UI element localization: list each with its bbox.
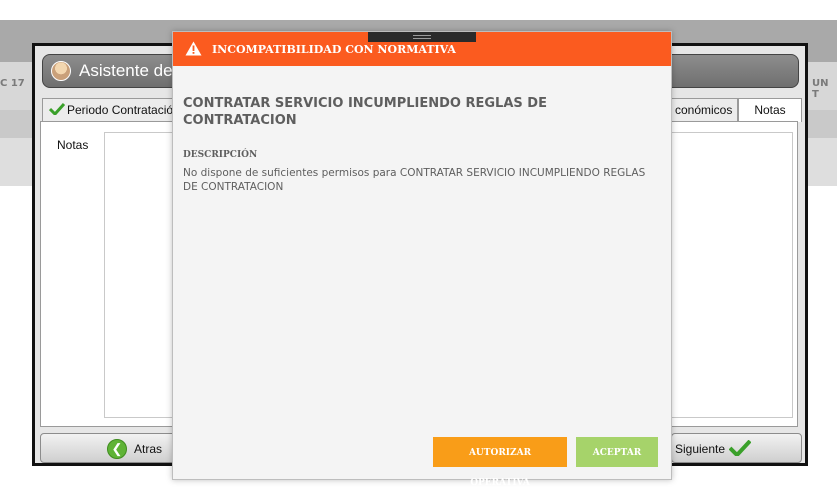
description-text: No dispone de suficientes permisos para …	[183, 167, 646, 193]
tab-label: Periodo Contratación	[67, 103, 177, 117]
dialog-message: CONTRATAR SERVICIO INCUMPLIENDO REGLAS D…	[183, 96, 547, 128]
normativa-dialog: INCOMPATIBILIDAD CON NORMATIVA CONTRATAR…	[172, 31, 672, 488]
authorize-button[interactable]: AUTORIZAR OPERATIVA	[433, 437, 567, 488]
description-label: DESCRIPCIÓN	[183, 150, 258, 160]
accept-button[interactable]: ACEPTAR	[576, 437, 658, 467]
warning-icon	[185, 41, 202, 56]
dialog-header: INCOMPATIBILIDAD CON NORMATIVA	[173, 32, 671, 66]
checkmark-icon	[49, 103, 65, 115]
back-button[interactable]: ❮ Atras	[40, 433, 180, 463]
arrow-left-icon: ❮	[107, 439, 127, 459]
notes-label: Notas	[57, 138, 89, 152]
background-left-label: C 17	[0, 78, 25, 89]
tab-notas[interactable]: Notas	[738, 98, 802, 122]
tab-periodo-contratacion[interactable]: Periodo Contratación	[42, 98, 177, 122]
checkmark-icon	[729, 440, 751, 456]
drag-handle[interactable]	[368, 32, 476, 42]
dialog-title: INCOMPATIBILIDAD CON NORMATIVA	[212, 43, 456, 56]
next-button[interactable]: Siguiente	[671, 433, 802, 463]
next-button-label: Siguiente	[675, 442, 726, 456]
background-right-label: UN T	[812, 78, 829, 100]
tab-label: conómicos	[675, 103, 733, 117]
tab-label: Notas	[754, 103, 786, 117]
back-button-label: Atras	[134, 442, 163, 456]
wizard-title: Asistente de	[79, 61, 173, 80]
tab-economicos[interactable]: conómicos	[668, 98, 738, 122]
user-avatar-icon	[51, 61, 71, 81]
